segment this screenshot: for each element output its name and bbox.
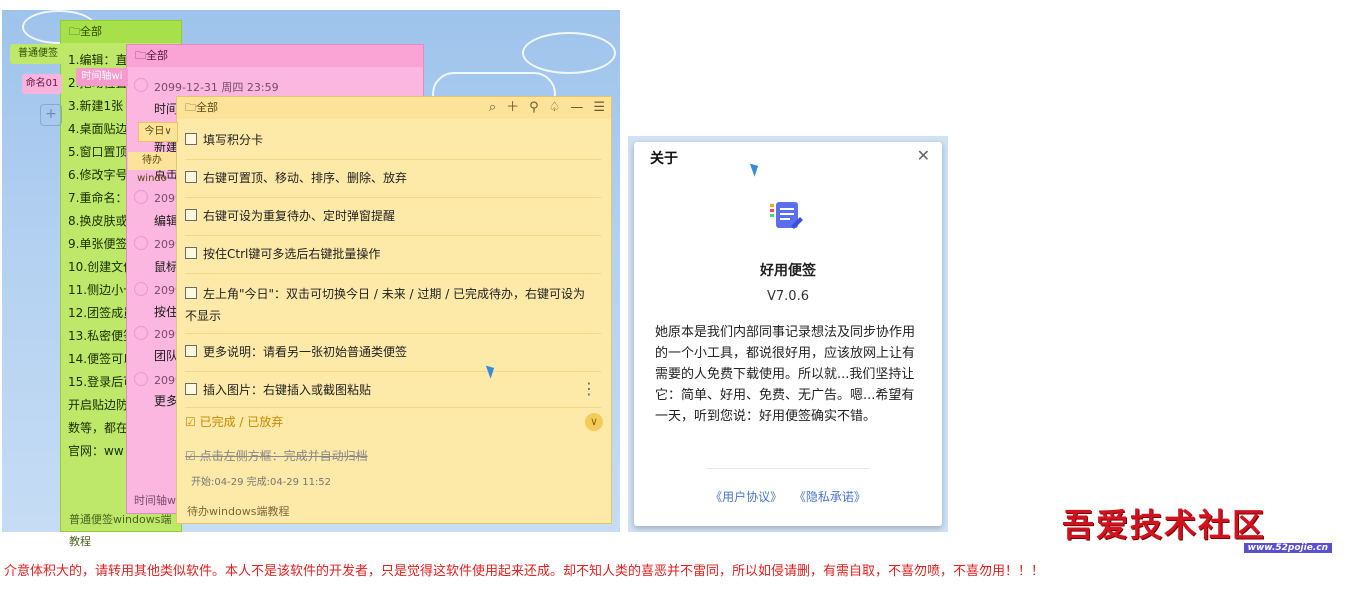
chevron-down-icon[interactable]: ∨ [585,413,603,431]
note-header[interactable]: 🗀全部 [127,45,423,67]
timeline-dot [134,372,148,386]
close-icon[interactable]: ✕ [917,146,930,165]
divider [706,468,870,469]
timeline-dot [134,282,148,296]
side-tag-general[interactable]: 普通便签 [10,44,66,64]
todo-item[interactable]: 按住Ctrl键可多选后右键批量操作 [185,245,601,274]
checkbox[interactable] [185,383,197,395]
timeline-item: 更多 [154,394,179,408]
legal-links: 《用户协议》 《隐私承诺》 [634,488,942,505]
note-header[interactable]: 🗀全部 ⌕ ＋ ⚲ ♤ — ☰ [177,97,611,119]
timeline-item: 编辑 [154,214,179,228]
mouse-cursor [749,161,762,177]
todo-item[interactable]: 右键可设为重复待办、定时弹窗提醒 [185,207,601,236]
timeline-item: 时间 [154,102,179,116]
checkbox[interactable] [185,345,197,357]
checkbox[interactable] [185,133,197,145]
side-tag-named[interactable]: 命名01 [22,74,62,94]
todo-item[interactable]: 右键可置顶、移动、排序、删除、放弃 [185,169,601,198]
timeline-dot [134,190,148,204]
search-icon[interactable]: ⌕ [489,97,496,119]
minimize-icon[interactable]: — [570,97,583,119]
check-square-icon: ☑ [185,415,196,429]
note-footer[interactable]: 时间轴wi [134,492,179,508]
skin-icon[interactable]: ♤ [549,97,561,119]
todo-item[interactable]: 填写积分卡 [185,131,601,160]
timeline-item: 按住 [154,305,179,319]
about-dialog: 关于 ✕ 好用便签 V7.0.6 她原本是我们内部同事记录想法及同步协作用的一个… [634,142,942,526]
today-filter[interactable]: 今日∨ [138,122,178,142]
note-toolbar: ⌕ ＋ ⚲ ♤ — ☰ [489,97,605,119]
timeline-item: 鼠标 [154,260,179,274]
app-description: 她原本是我们内部同事记录想法及同步协作用的一个小工具，都说很好用，应该放网上让有… [655,325,916,424]
add-note-button[interactable]: + [40,104,62,126]
menu-icon[interactable]: ☰ [593,97,605,119]
watermark-logo: 吾爱技术社区 www.52pojie.cn [1062,500,1332,553]
plus-icon[interactable]: ＋ [506,97,519,119]
folder-icon: 🗀 [69,25,80,38]
more-options-icon[interactable]: ⋮ [581,379,597,398]
app-version: V7.0.6 [767,289,809,304]
pin-icon[interactable]: ⚲ [529,97,539,119]
done-section-header[interactable]: ☑ 已完成 / 已放弃 [185,410,601,434]
timeline-dot [134,326,148,340]
app-name: 好用便签 [760,263,816,279]
timeline-dot [134,236,148,250]
todo-item[interactable]: 更多说明：请看另一张初始普通类便签 [185,343,601,372]
checkbox[interactable] [185,287,197,299]
privacy-link[interactable]: 《隐私承诺》 [794,490,866,504]
checkbox[interactable] [185,209,197,221]
disclaimer-text: 介意体积大的，请转用其他类似软件。本人不是该软件的开发者，只是觉得这软件使用起来… [4,564,1045,579]
cloud-decoration [522,32,616,74]
done-item-meta: 开始:04-29 完成:04-29 11:52 [191,477,332,488]
timeline-dot [134,78,148,92]
folder-icon: 🗀 [135,49,146,62]
app-logo-icon [770,202,803,229]
checkbox[interactable] [185,247,197,259]
note-header[interactable]: 🗀全部 [61,21,181,43]
checkbox[interactable] [185,171,197,183]
checked-box-icon[interactable]: ☑ [185,449,196,463]
user-agreement-link[interactable]: 《用户协议》 [710,490,782,504]
timeline-date: 2099-12-31 周四 23:59 [154,81,279,94]
watermark-name: 吾爱技术社区 [1062,506,1267,544]
timeline-tag[interactable]: 时间轴wi [76,68,128,86]
todo-tag[interactable]: 待办windo [128,152,176,184]
done-item[interactable]: ☑ 点击左侧方框：完成并自动归档 [185,447,368,464]
folder-icon: 🗀 [185,101,196,114]
watermark-url: www.52pojie.cn [1243,543,1332,553]
sticky-note-todo[interactable]: 🗀全部 ⌕ ＋ ⚲ ♤ — ☰ 填写积分卡 右键可置顶、移动、排序、删除、放弃 … [176,96,612,524]
todo-item[interactable]: 插入图片：右键插入或截图粘贴 [185,381,601,408]
dialog-title: 关于 [650,151,678,167]
timeline-item: 团队 [154,349,179,363]
note-footer[interactable]: 待办windows端教程 [177,501,611,523]
todo-item[interactable]: 左上角"今日"：双击可切换今日 / 未来 / 过期 / 已完成待办，右键可设为不… [185,283,601,334]
